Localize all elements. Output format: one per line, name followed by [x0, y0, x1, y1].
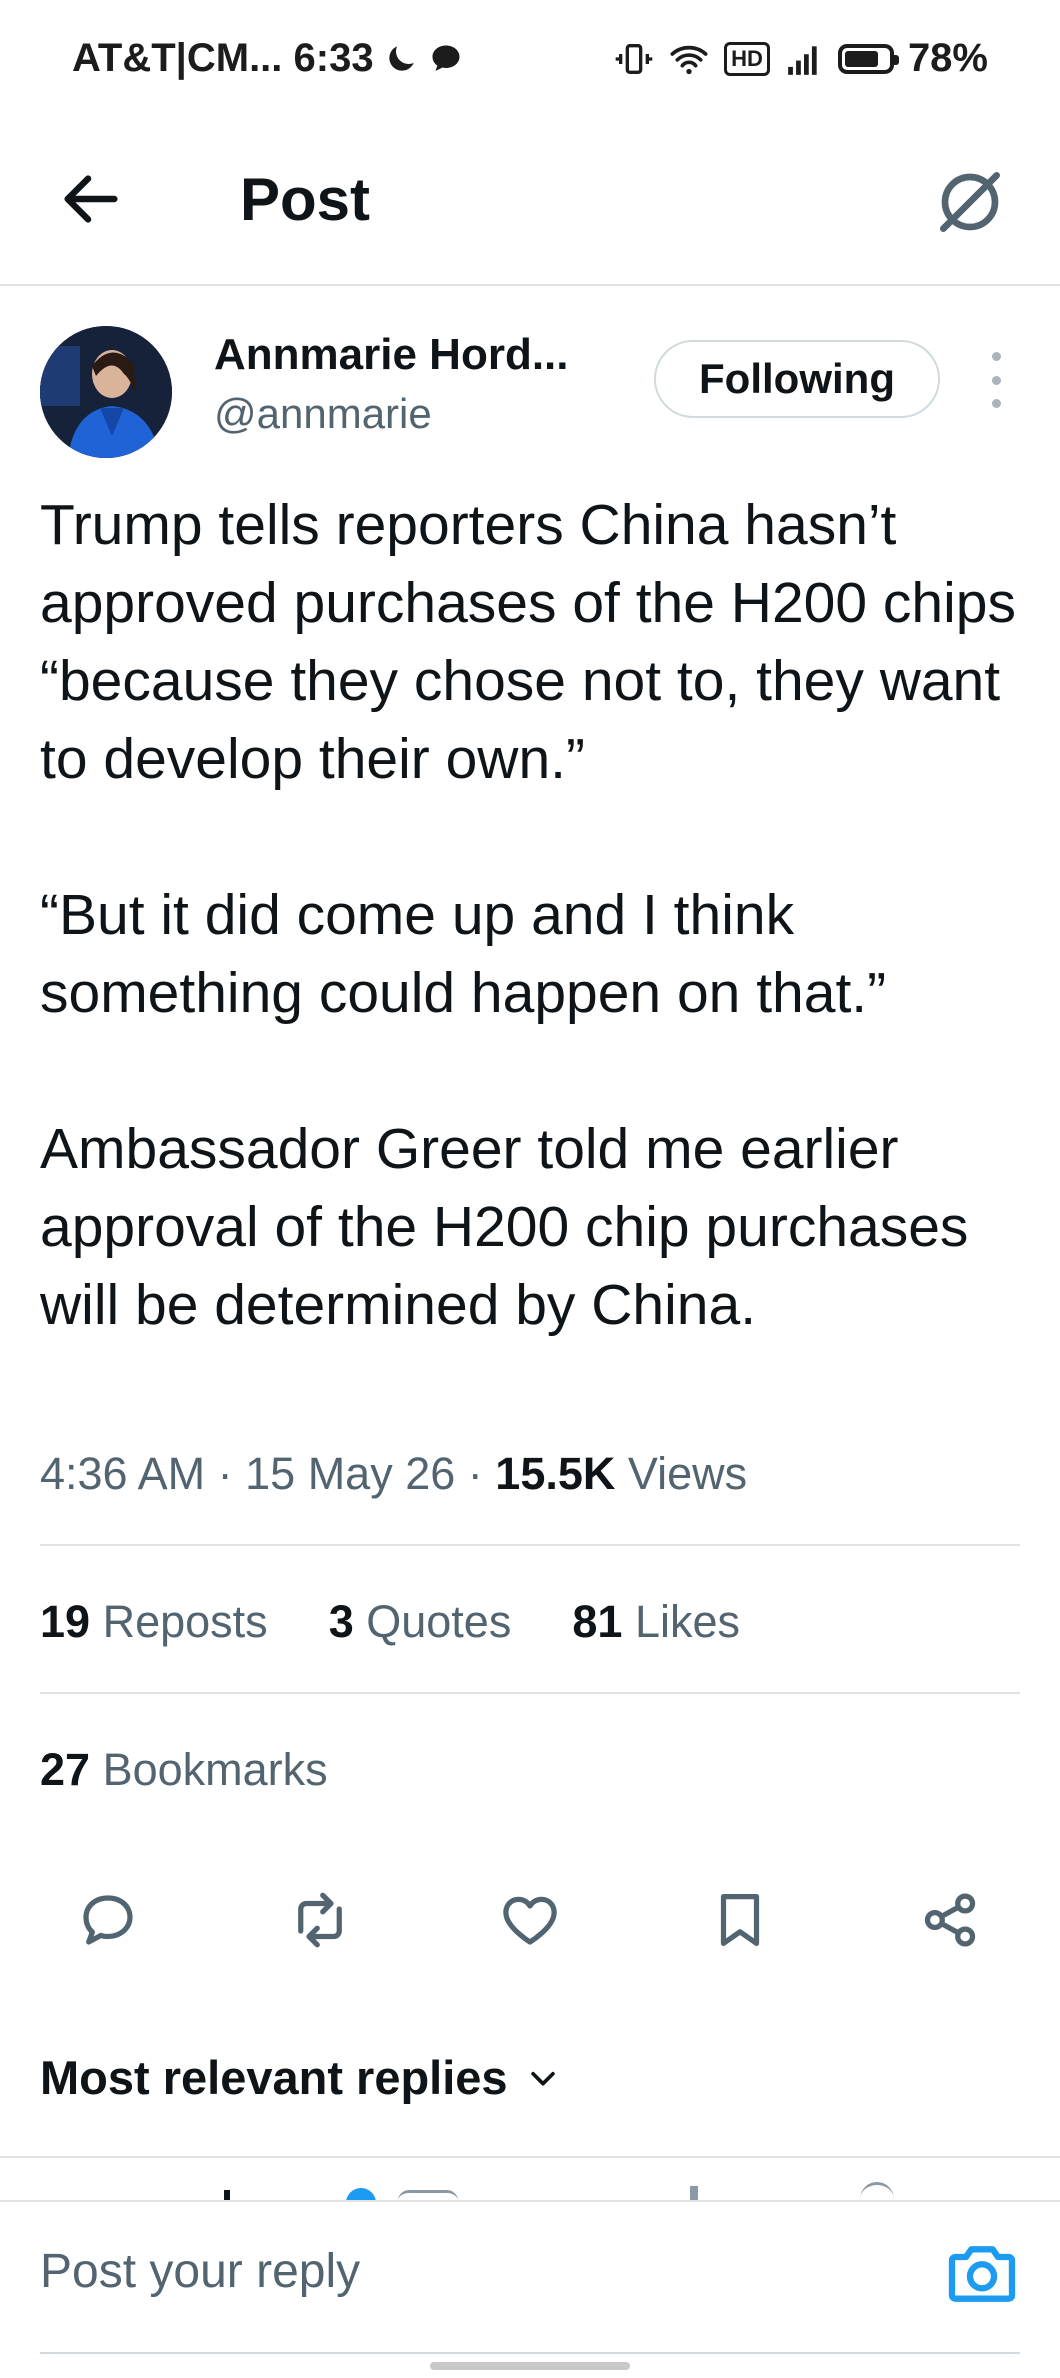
reply-preview[interactable] [0, 2160, 1060, 2200]
camera-button[interactable] [942, 2232, 1022, 2312]
replies-sort-dropdown[interactable]: Most relevant replies [40, 2046, 560, 2110]
top-app-bar: Post [0, 120, 1060, 286]
reply-button[interactable] [68, 1880, 148, 1960]
grok-button[interactable] [930, 162, 1010, 242]
status-left: AT&T|CM... 6:33 [72, 36, 464, 81]
author-name[interactable]: Annmarie Hord... [214, 326, 569, 384]
more-dot-icon [991, 375, 1001, 385]
status-bar: AT&T|CM... 6:33 HD 78% [0, 0, 1060, 120]
views-label[interactable]: Views [628, 1448, 747, 1499]
post-time: 4:36 AM [40, 1448, 206, 1499]
verified-badge-icon [346, 2188, 376, 2200]
repost-icon [298, 1892, 342, 1948]
vibrate-icon [615, 43, 653, 74]
page-title: Post [240, 166, 371, 233]
reply-composer: Post your reply [0, 2200, 1060, 2378]
post-paragraph: Ambassador Greer told me earlier approva… [40, 1117, 969, 1337]
chevron-down-icon [530, 2071, 555, 2086]
quotes-count: 3 [328, 1596, 354, 1647]
post-paragraph: Trump tells reporters China hasn’t appro… [40, 493, 1016, 791]
like-button[interactable] [490, 1880, 570, 1960]
reply-handle-fragment [398, 2190, 458, 2200]
reposts-count: 19 [40, 1596, 91, 1647]
following-button[interactable]: Following [654, 340, 940, 418]
avatar-image [40, 326, 172, 458]
divider [40, 1544, 1020, 1546]
grok-icon [940, 172, 1000, 233]
bookmarks-count: 27 [40, 1744, 91, 1795]
engagement-stats: 19 Reposts 3 Quotes 81 Likes [40, 1592, 740, 1652]
moon-icon [388, 45, 414, 71]
divider [40, 1692, 1020, 1694]
chat-bubble-icon [432, 45, 460, 71]
quotes-stat[interactable]: 3 Quotes [329, 1596, 512, 1647]
reply-grok-icon [860, 2182, 894, 2200]
wifi-icon [670, 45, 708, 74]
avatar[interactable] [40, 326, 172, 458]
bookmarks-label: Bookmarks [102, 1744, 328, 1795]
bookmark-button[interactable] [700, 1880, 780, 1960]
post-text: Trump tells reporters China hasn’t appro… [40, 486, 1030, 1344]
camera-icon [948, 2246, 1016, 2302]
meta-separator: · [217, 1448, 233, 1499]
battery-level [844, 50, 878, 67]
back-button[interactable] [56, 164, 126, 234]
post-date: 15 May 26 [245, 1448, 456, 1499]
author-handle[interactable]: @annmarie [214, 386, 432, 442]
post-meta: 4:36 AM · 15 May 26 · 15.5K Views [40, 1444, 747, 1504]
post-paragraph: “But it did come up and I think somethin… [40, 883, 887, 1025]
meta-separator: · [467, 1448, 483, 1499]
views-count[interactable]: 15.5K [495, 1448, 615, 1499]
reposts-label: Reposts [102, 1596, 268, 1647]
likes-label: Likes [634, 1596, 741, 1647]
status-right: HD 78% [614, 36, 988, 81]
share-button[interactable] [910, 1880, 990, 1960]
replies-sort-label: Most relevant replies [40, 2051, 508, 2104]
repost-button[interactable] [280, 1880, 360, 1960]
carrier-time: AT&T|CM... 6:33 [72, 36, 374, 80]
hd-badge: HD [724, 41, 770, 76]
reply-icon [83, 1895, 133, 1945]
bookmark-icon [720, 1894, 760, 1946]
arrow-left-icon [64, 175, 118, 223]
bookmarks-stat[interactable]: 27 Bookmarks [40, 1740, 328, 1800]
reply-name-fragment [224, 2190, 230, 2200]
input-underline [40, 2352, 1020, 2354]
reposts-stat[interactable]: 19 Reposts [40, 1596, 268, 1647]
home-indicator [430, 2362, 630, 2370]
cellular-signal-icon [788, 45, 817, 75]
quotes-label: Quotes [366, 1596, 512, 1647]
more-dot-icon [991, 352, 1001, 361]
divider [0, 2156, 1060, 2158]
battery-icon [837, 43, 899, 74]
share-icon [924, 1893, 976, 1947]
likes-count: 81 [572, 1596, 623, 1647]
likes-stat[interactable]: 81 Likes [572, 1596, 740, 1647]
like-icon [503, 1896, 557, 1945]
more-dot-icon [991, 399, 1001, 408]
more-options-button[interactable] [980, 352, 1012, 408]
reply-time-fragment [690, 2186, 698, 2200]
reply-input[interactable]: Post your reply [40, 2240, 360, 2304]
battery-percent: 78% [907, 36, 988, 80]
